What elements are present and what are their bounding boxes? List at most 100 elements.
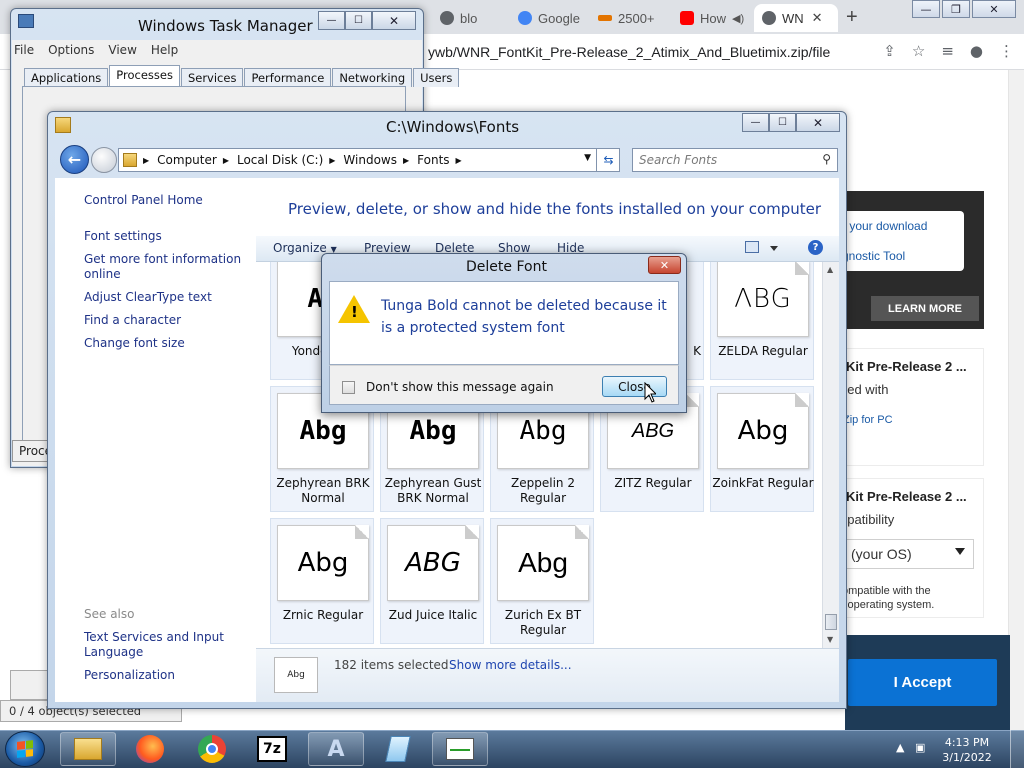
tray-chevron-icon[interactable]: ▲ — [896, 741, 904, 754]
compat-card-text: npatibility — [840, 512, 895, 527]
tab-processes[interactable]: Processes — [109, 65, 180, 87]
task-manager-menu: File Options View Help — [14, 43, 178, 57]
scroll-thumb[interactable] — [825, 614, 837, 630]
back-button[interactable]: ← — [60, 145, 89, 174]
share-icon[interactable]: ⇪ — [883, 42, 896, 60]
taskbar-font-app[interactable]: A — [308, 732, 364, 766]
browser-toolbar-icons: ⇪ ☆ ≡ ● ⋮ — [883, 42, 1014, 60]
restore-button[interactable]: ❐ — [942, 0, 970, 18]
control-panel-home-link[interactable]: Control Panel Home — [84, 193, 203, 207]
scroll-up-icon[interactable]: ▲ — [827, 265, 833, 274]
breadcrumb[interactable]: ▶ Computer ▶ Local Disk (C:) ▶ Windows ▶… — [118, 148, 620, 172]
more-font-info-link[interactable]: Get more font information online — [84, 252, 244, 282]
close-dialog-button[interactable]: Close — [602, 376, 667, 397]
fonts-window-title: C:\Windows\Fonts — [386, 118, 520, 136]
font-tile[interactable]: Abg ZoinkFat Regular — [710, 386, 814, 512]
tab-networking[interactable]: Networking — [332, 68, 413, 87]
globe-icon — [440, 11, 454, 25]
show-more-details-link[interactable]: Show more details... — [449, 658, 572, 672]
font-name: Zrnic Regular — [282, 608, 364, 622]
dont-show-checkbox[interactable] — [342, 381, 355, 394]
scroll-down-icon[interactable]: ▼ — [827, 635, 833, 644]
refresh-icon[interactable]: ⇆ — [596, 148, 620, 172]
close-tab-icon[interactable]: ✕ — [812, 10, 823, 26]
text-services-link[interactable]: Text Services and Input Language — [84, 630, 234, 660]
url-text[interactable]: ywb/WNR_FontKit_Pre-Release_2_Atimix_And… — [428, 44, 830, 60]
browser-tab-1[interactable]: blo — [432, 4, 510, 32]
tab-performance[interactable]: Performance — [244, 68, 332, 87]
bookmark-star-icon[interactable]: ☆ — [912, 42, 925, 60]
menu-help[interactable]: Help — [151, 43, 178, 57]
taskbar-7zip[interactable]: 7z — [244, 732, 300, 766]
download-link[interactable]: r your download — [842, 219, 927, 233]
change-view-icon[interactable] — [745, 241, 759, 253]
zip-for-pc-link[interactable]: Zip for PC — [843, 414, 893, 426]
chevron-down-icon[interactable] — [770, 246, 778, 251]
browser-tab-label: 2500+ — [618, 10, 655, 26]
tab-services[interactable]: Services — [180, 68, 244, 87]
font-preview: Abg — [497, 525, 589, 601]
system-clock[interactable]: 4:13 PM 3/1/2022 — [937, 735, 997, 765]
maximize-button[interactable]: ☐ — [769, 113, 796, 132]
accept-cookies-button[interactable]: I Accept — [848, 659, 997, 706]
chevron-right-icon: ▶ — [143, 155, 150, 165]
close-button[interactable]: ✕ — [796, 113, 840, 132]
close-button[interactable]: ✕ — [372, 11, 416, 30]
tab-applications[interactable]: Applications — [24, 68, 109, 87]
maximize-button[interactable]: ☐ — [345, 11, 372, 30]
browser-tab-active[interactable]: WN ✕ — [754, 4, 838, 32]
menu-options[interactable]: Options — [48, 43, 94, 57]
font-name: Zurich Ex BT Regular — [504, 608, 582, 637]
new-tab-button[interactable]: + — [846, 6, 858, 29]
font-name: ZITZ Regular — [614, 476, 692, 490]
minimize-button[interactable]: — — [742, 113, 769, 132]
media-queue-icon[interactable]: ≡ — [941, 42, 954, 60]
browser-tab-2[interactable]: Google — [510, 4, 590, 32]
forward-button[interactable] — [91, 147, 117, 173]
change-font-size-link[interactable]: Change font size — [84, 336, 185, 350]
chevron-down-icon[interactable]: ▼ — [584, 153, 591, 163]
breadcrumb-computer[interactable]: Computer — [157, 153, 217, 167]
menu-file[interactable]: File — [14, 43, 34, 57]
menu-view[interactable]: View — [108, 43, 136, 57]
close-button[interactable]: ✕ — [972, 0, 1016, 18]
font-name: Zephyrean BRK Normal — [276, 476, 370, 505]
font-tile[interactable]: ABG Zud Juice Italic — [380, 518, 484, 644]
font-tile[interactable]: Abg Zurich Ex BT Regular — [490, 518, 594, 644]
find-character-link[interactable]: Find a character — [84, 313, 181, 327]
profile-icon[interactable]: ● — [970, 42, 983, 60]
folder-icon — [55, 117, 71, 133]
dont-show-label[interactable]: Don't show this message again — [366, 380, 554, 394]
cleartype-link[interactable]: Adjust ClearType text — [84, 290, 212, 304]
page-scrollbar[interactable] — [1008, 70, 1024, 730]
diagnostic-tool-link[interactable]: gnostic Tool — [842, 249, 905, 263]
breadcrumb-windows[interactable]: Windows — [343, 153, 397, 167]
tab-users[interactable]: Users — [413, 68, 460, 87]
vertical-scrollbar[interactable]: ▲ ▼ — [822, 262, 839, 648]
help-icon[interactable]: ? — [808, 240, 823, 255]
search-input[interactable]: Search Fonts ⚲ — [632, 148, 838, 172]
dialog-close-button[interactable]: ✕ — [648, 256, 681, 274]
minimize-button[interactable]: — — [912, 0, 940, 18]
taskbar-firefox[interactable] — [122, 732, 178, 766]
learn-more-button[interactable]: LEARN MORE — [871, 296, 979, 321]
taskbar-explorer[interactable] — [60, 732, 116, 766]
breadcrumb-local-disk[interactable]: Local Disk (C:) — [237, 153, 323, 167]
taskbar-task-manager[interactable] — [432, 732, 488, 766]
chevron-right-icon: ▶ — [455, 155, 462, 165]
os-select[interactable]: (your OS) — [842, 539, 974, 569]
taskbar-notepad[interactable] — [370, 732, 426, 766]
show-desktop-button[interactable] — [1010, 730, 1024, 768]
font-tile[interactable]: ΛBG ZELDA Regular — [710, 262, 814, 380]
taskbar-chrome[interactable] — [184, 732, 240, 766]
font-tile[interactable]: Abg Zrnic Regular — [270, 518, 374, 644]
breadcrumb-fonts[interactable]: Fonts — [417, 153, 449, 167]
menu-dots-icon[interactable]: ⋮ — [999, 42, 1014, 60]
minimize-button[interactable]: — — [318, 11, 345, 30]
browser-tab-4[interactable]: How ◀) — [672, 4, 752, 32]
font-settings-link[interactable]: Font settings — [84, 229, 162, 243]
browser-tab-3[interactable]: 2500+ — [590, 4, 670, 32]
personalization-link[interactable]: Personalization — [84, 668, 175, 682]
network-icon[interactable]: ▣ — [915, 741, 925, 754]
start-button[interactable] — [5, 731, 45, 767]
